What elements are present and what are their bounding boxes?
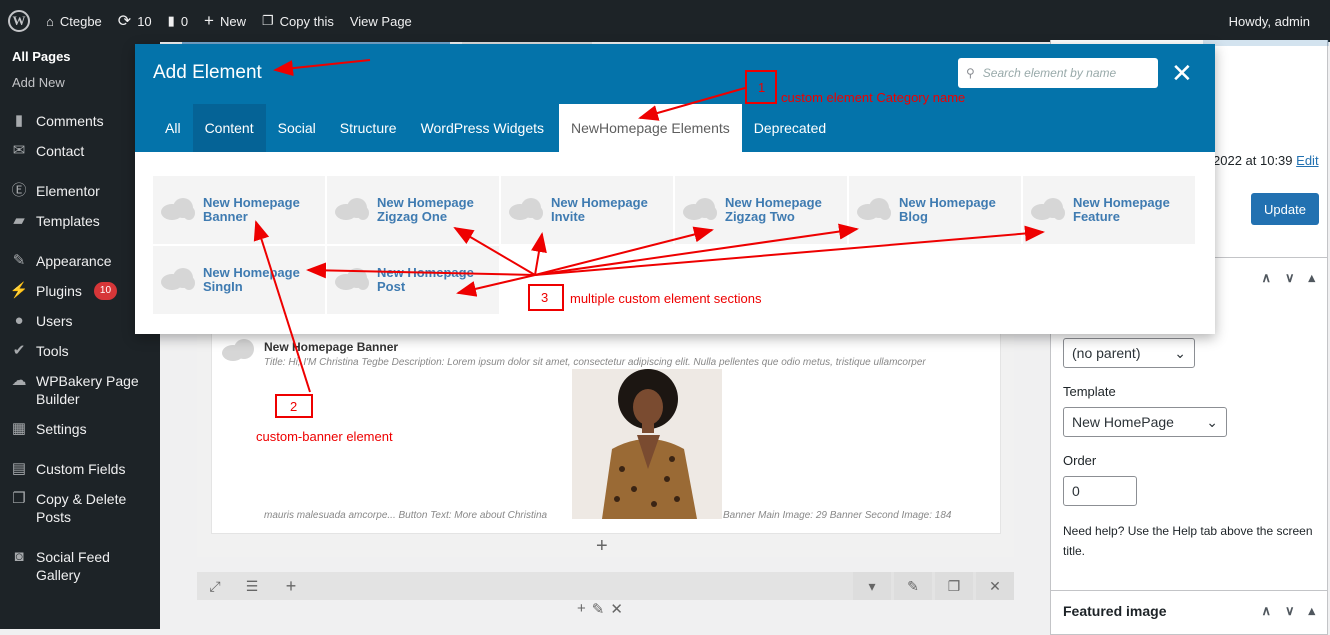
annotation-text-1: custom element Category name: [781, 90, 966, 105]
annotation-number-1: 1: [758, 80, 766, 95]
annotation-number-2: 2: [290, 399, 298, 414]
annotation-number-3: 3: [541, 290, 549, 305]
annotation-text-2: custom-banner element: [256, 429, 393, 444]
annotation-text-3: multiple custom element sections: [570, 291, 762, 306]
annotation-arrows: [253, 59, 1045, 393]
